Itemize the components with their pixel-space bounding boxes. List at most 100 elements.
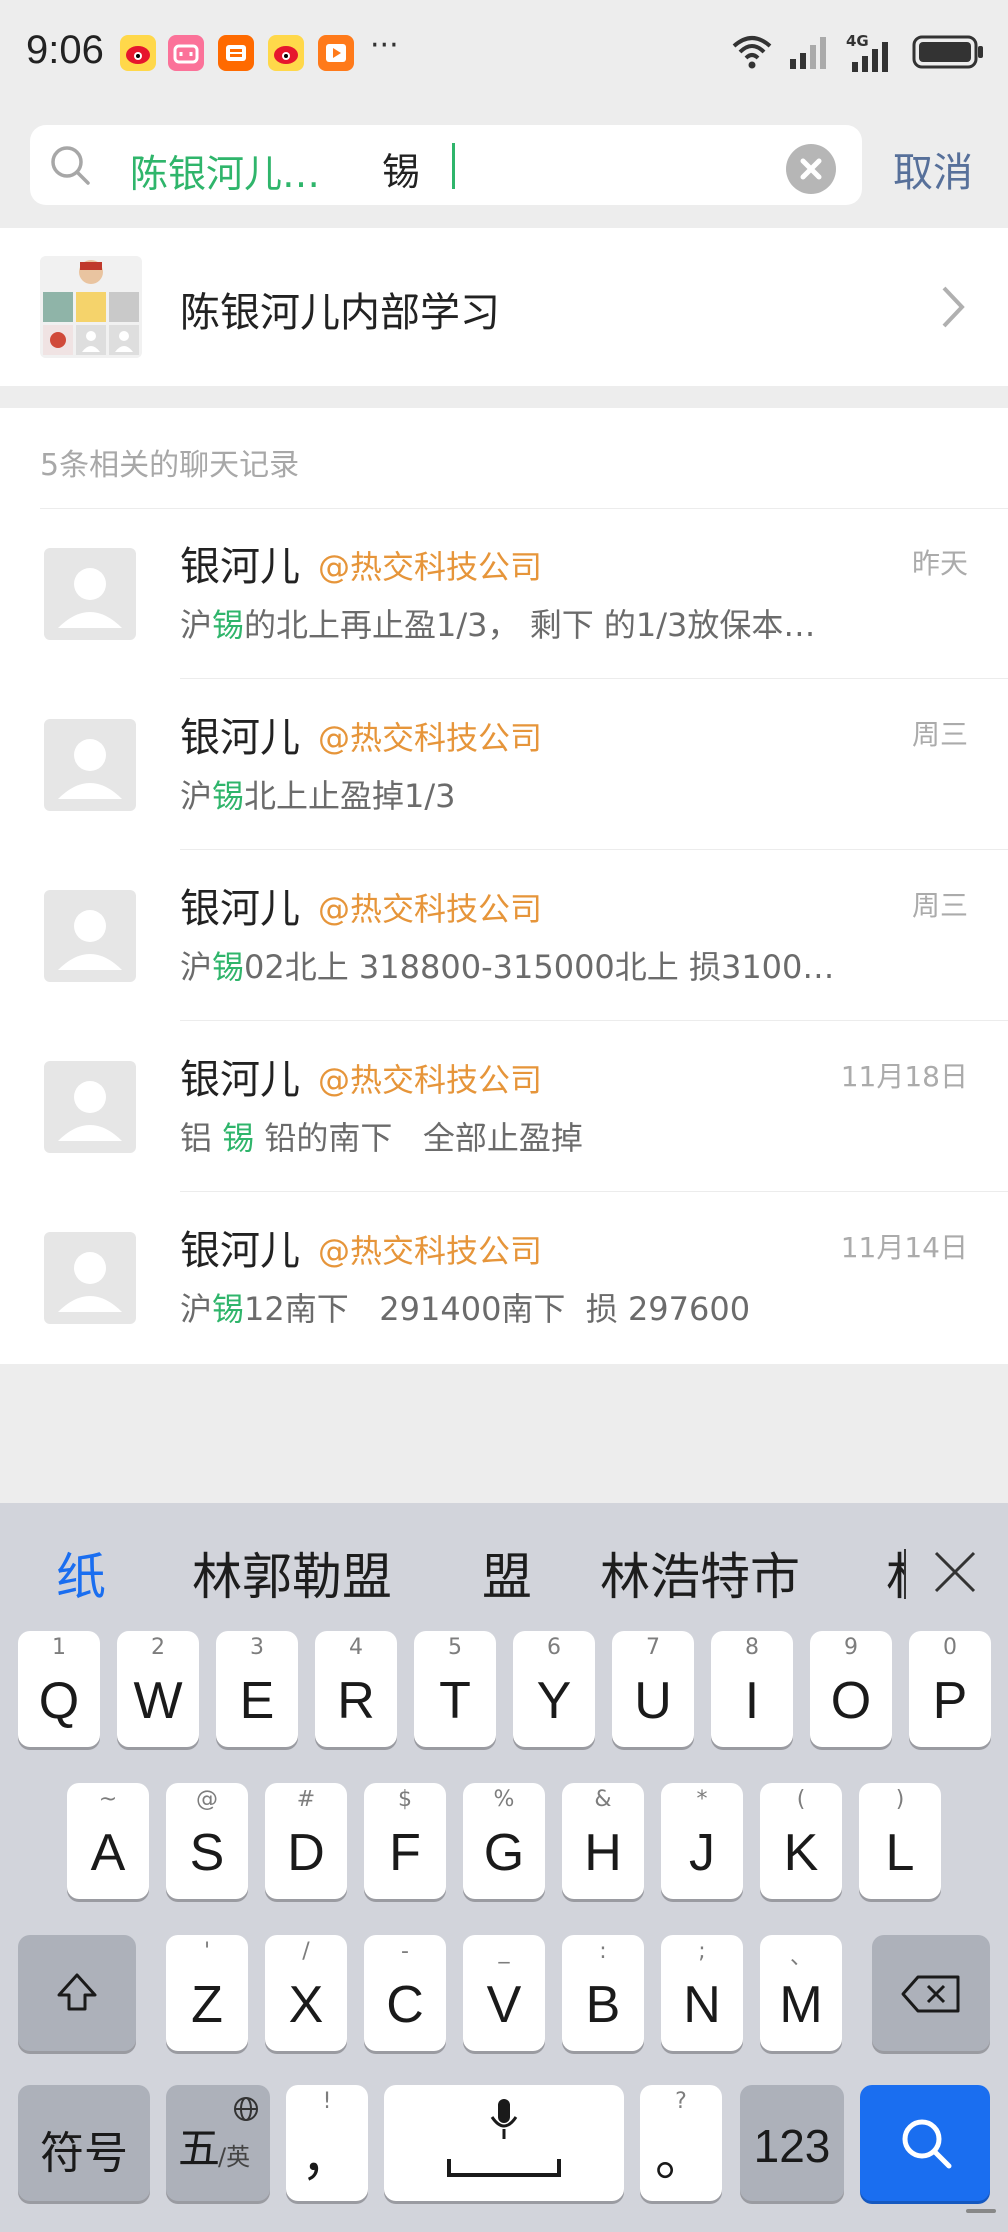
sender-name: 银河儿	[180, 544, 300, 590]
close-icon[interactable]	[930, 1547, 980, 1597]
key-z[interactable]: ' Z	[166, 1935, 248, 2051]
keyword-highlight: 锡	[222, 1119, 255, 1157]
status-time: 9:06	[26, 28, 104, 72]
keyword-highlight: 锡	[212, 606, 245, 644]
keyword-highlight: 锡	[212, 1290, 245, 1328]
message-date: 11月14日	[840, 1231, 968, 1264]
shift-key[interactable]	[18, 1935, 136, 2051]
key-e[interactable]: 3E	[216, 1631, 298, 1747]
message-snippet: 铝 锡 铅的南下 全部止盈掉	[180, 1119, 583, 1157]
list-item[interactable]: 银河儿 @热交科技公司 11月14日 沪锡12南下 291400南下 损 297…	[0, 1192, 1008, 1363]
message-snippet: 沪锡的北上再止盈1/3， 剩下 的1/3放保本…	[180, 606, 816, 644]
sender-org: @热交科技公司	[318, 548, 543, 586]
text-caret	[452, 143, 455, 189]
language-switch-key[interactable]: 五 /英	[166, 2085, 270, 2201]
results-header: 5条相关的聊天记录	[40, 448, 300, 483]
sender-org: @热交科技公司	[318, 719, 543, 757]
avatar	[44, 548, 136, 640]
clear-search-button[interactable]	[786, 144, 836, 194]
list-item[interactable]: 银河儿 @热交科技公司 昨天 沪锡的北上再止盈1/3， 剩下 的1/3放保本…	[0, 508, 1008, 679]
avatar	[44, 719, 136, 811]
search-icon	[902, 2119, 952, 2169]
candidate-item[interactable]: 林郭勒盟	[192, 1537, 392, 1609]
cancel-button[interactable]: 取消	[893, 140, 973, 198]
sender-org: @热交科技公司	[318, 890, 543, 928]
key-g[interactable]: % G	[463, 1783, 545, 1899]
key-i[interactable]: 8I	[711, 1631, 793, 1747]
xianyu-icon	[218, 35, 254, 71]
status-indicators: 4G	[730, 30, 986, 74]
symbols-key[interactable]: 符号	[18, 2085, 150, 2201]
avatar	[44, 890, 136, 982]
space-bar-icon	[447, 2159, 561, 2177]
message-date: 周三	[911, 889, 968, 922]
key-w[interactable]: 2W	[117, 1631, 199, 1747]
battery-icon	[912, 35, 983, 69]
key-u[interactable]: 7U	[612, 1631, 694, 1747]
key-x[interactable]: / X	[265, 1935, 347, 2051]
candidate-item[interactable]: 盟	[482, 1537, 532, 1609]
candidate-item[interactable]: 纸	[56, 1537, 106, 1609]
key-d[interactable]: # D	[265, 1783, 347, 1899]
search-input[interactable]: 陈银河儿… 锡	[30, 125, 862, 205]
key-c[interactable]: -C	[364, 1935, 446, 2051]
comma-key[interactable]: ! ，	[286, 2085, 368, 2201]
group-avatar	[40, 256, 142, 358]
key-v[interactable]: _ V	[463, 1935, 545, 2051]
space-key[interactable]	[384, 2085, 624, 2201]
key-l[interactable]: ) L	[859, 1783, 941, 1899]
weibo-icon	[268, 35, 304, 71]
period-key[interactable]: ? 。	[640, 2085, 722, 2201]
globe-icon	[234, 2097, 258, 2121]
more-notifications: ···	[370, 28, 399, 63]
search-query: 锡	[382, 150, 421, 194]
candidate-item[interactable]: 林浩特市	[600, 1537, 800, 1609]
list-item[interactable]: 银河儿 @热交科技公司 周三 沪锡02北上 318800-315000北上 损3…	[0, 850, 1008, 1021]
candidate-item[interactable]: 林	[886, 1537, 906, 1609]
message-date: 昨天	[911, 547, 968, 580]
signal-4g-icon: 4G	[846, 32, 898, 72]
home-indicator-icon	[966, 2209, 996, 2213]
sender-name: 银河儿	[180, 886, 300, 932]
list-item[interactable]: 银河儿 @热交科技公司 周三 沪锡北上止盈掉1/3	[0, 679, 1008, 850]
group-name: 陈银河儿内部学习	[180, 290, 500, 336]
chat-records-list: 5条相关的聊天记录 银河儿 @热交科技公司 昨天 沪锡的北上再止盈1/3， 剩下…	[0, 408, 1008, 1364]
sender-org: @热交科技公司	[318, 1061, 543, 1099]
key-n[interactable]: ; N	[661, 1935, 743, 2051]
app-icon	[318, 35, 354, 71]
search-icon	[51, 146, 90, 185]
search-key[interactable]	[860, 2085, 990, 2201]
key-a[interactable]: ~ A	[67, 1783, 149, 1899]
key-m[interactable]: 、 M	[760, 1935, 842, 2051]
key-y[interactable]: 6Y	[513, 1631, 595, 1747]
key-b[interactable]: :B	[562, 1935, 644, 2051]
avatar	[44, 1232, 136, 1324]
key-t[interactable]: 5T	[414, 1631, 496, 1747]
backspace-key[interactable]	[872, 1935, 990, 2051]
list-item[interactable]: 银河儿 @热交科技公司 11月18日 铝 锡 铅的南下 全部止盈掉	[0, 1021, 1008, 1192]
key-o[interactable]: 9O	[810, 1631, 892, 1747]
key-q[interactable]: 1Q	[18, 1631, 100, 1747]
backspace-icon	[901, 1975, 960, 2013]
key-k[interactable]: (K	[760, 1783, 842, 1899]
key-j[interactable]: * J	[661, 1783, 743, 1899]
chevron-right-icon	[942, 286, 965, 328]
shift-icon	[57, 1973, 97, 2011]
numbers-key[interactable]: 123	[740, 2085, 844, 2201]
message-snippet: 沪锡北上止盈掉1/3	[180, 777, 456, 815]
divider	[904, 1549, 906, 1599]
group-chat-row[interactable]: 陈银河儿内部学习	[0, 228, 1008, 386]
key-s[interactable]: @ S	[166, 1783, 248, 1899]
sender-name: 银河儿	[180, 1228, 300, 1274]
key-p[interactable]: 0P	[909, 1631, 991, 1747]
keyword-highlight: 锡	[212, 948, 245, 986]
microphone-icon	[490, 2099, 518, 2139]
message-date: 周三	[911, 718, 968, 751]
signal-icon	[790, 37, 826, 69]
key-r[interactable]: 4R	[315, 1631, 397, 1747]
wifi-icon	[732, 36, 772, 69]
key-f[interactable]: $ F	[364, 1783, 446, 1899]
key-h[interactable]: & H	[562, 1783, 644, 1899]
ime-keyboard: 纸 林郭勒盟 盟 林浩特市 林 1Q 2W 3E 4R 5T 6Y 7U 8I …	[0, 1503, 1008, 2232]
search-scope-tag[interactable]: 陈银河儿…	[130, 143, 320, 198]
